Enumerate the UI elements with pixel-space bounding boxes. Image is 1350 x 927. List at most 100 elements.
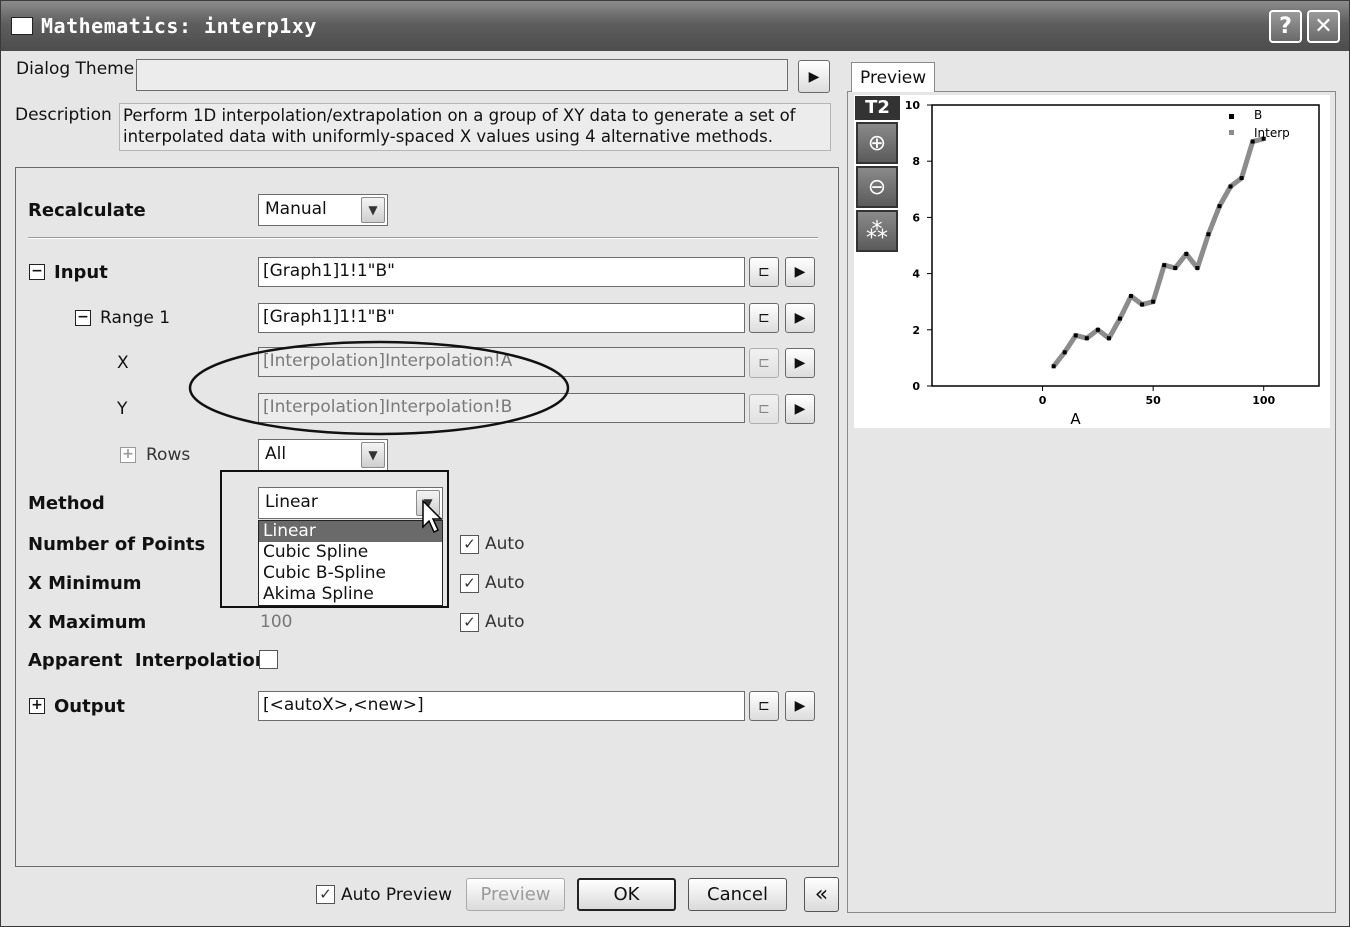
auto-preview-label: Auto Preview <box>341 885 453 905</box>
rows-value: All <box>265 444 287 464</box>
y-tick-label: 6 <box>912 211 920 224</box>
play-arrow-icon: ▶ <box>794 401 806 417</box>
expand-output-icon[interactable]: + <box>29 698 45 714</box>
x-minimum-label: X Minimum <box>28 573 142 594</box>
y-tick-label: 2 <box>912 324 920 337</box>
rows-select[interactable]: All ▼ <box>258 439 388 471</box>
apparent-interpolation-label: Apparent Interpolation <box>28 650 268 671</box>
select-range-icon: ⊏ <box>758 401 770 417</box>
select-range-icon: ⊏ <box>758 310 770 326</box>
range1-label: Range 1 <box>100 308 171 328</box>
x-minimum-auto-checkbox[interactable]: ✓ <box>460 574 479 593</box>
plot-frame <box>931 104 1320 387</box>
b-series-point <box>1184 251 1189 256</box>
legend-label-b: B <box>1254 108 1262 122</box>
description-label: Description <box>15 105 112 125</box>
interpolation-chart: 0 50 100 0 2 4 6 8 10 A B Interp <box>905 99 1320 428</box>
b-series-point <box>1162 263 1167 268</box>
close-button[interactable]: ✕ <box>1307 10 1340 43</box>
x-tick-label: 100 <box>1252 394 1275 407</box>
x-tick-label: 50 <box>1145 394 1161 407</box>
preview-button[interactable]: Preview <box>466 878 565 911</box>
x-maximum-auto-checkbox[interactable]: ✓ <box>460 613 479 632</box>
range1-arrow-button[interactable]: ▶ <box>785 303 815 333</box>
b-series-point <box>1117 316 1122 321</box>
input-arrow-button[interactable]: ▶ <box>785 257 815 287</box>
output-select-range-button[interactable]: ⊏ <box>749 691 779 721</box>
output-label: Output <box>54 696 126 717</box>
title-bar[interactable]: Mathematics: interp1xy ? ✕ <box>1 1 1349 51</box>
legend-label-interp: Interp <box>1254 126 1290 140</box>
recalculate-select[interactable]: Manual ▼ <box>258 194 388 226</box>
collapse-range1-icon[interactable]: − <box>75 310 91 326</box>
play-arrow-icon: ▶ <box>794 264 806 280</box>
rows-label: Rows <box>146 445 191 465</box>
dialog-theme-field[interactable] <box>136 59 788 91</box>
range1-select-range-button[interactable]: ⊏ <box>749 303 779 333</box>
x-maximum-label: X Maximum <box>28 612 147 633</box>
range1-field[interactable]: [Graph1]1!1"B" <box>258 303 745 333</box>
x-label: X <box>117 353 129 373</box>
help-button[interactable]: ? <box>1269 10 1302 43</box>
cancel-button[interactable]: Cancel <box>688 878 787 911</box>
number-of-points-auto-label: Auto <box>485 534 525 554</box>
description-text: Perform 1D interpolation/extrapolation o… <box>119 103 831 151</box>
b-series-point <box>1206 232 1211 237</box>
window-title: Mathematics: interp1xy <box>41 14 317 38</box>
method-label: Method <box>28 493 105 514</box>
recalculate-label: Recalculate <box>28 200 146 221</box>
recalculate-value: Manual <box>265 199 327 219</box>
b-series-point <box>1095 327 1100 332</box>
b-series-point <box>1140 302 1145 307</box>
y-tick-label: 0 <box>912 380 920 393</box>
b-series-point <box>1051 364 1056 369</box>
play-arrow-icon: ▶ <box>808 68 820 85</box>
b-series-point <box>1173 265 1178 270</box>
b-series-point <box>1250 139 1255 144</box>
select-range-icon: ⊏ <box>758 698 770 714</box>
tab-preview[interactable]: Preview <box>851 62 935 92</box>
x-tick-label: 0 <box>1039 394 1047 407</box>
x-arrow-button[interactable]: ▶ <box>785 348 815 378</box>
output-arrow-button[interactable]: ▶ <box>785 691 815 721</box>
b-series-point <box>1129 294 1134 299</box>
b-series-point <box>1062 350 1067 355</box>
section-divider <box>28 237 818 239</box>
x-select-range-button[interactable]: ⊏ <box>749 348 779 378</box>
b-series-point <box>1084 336 1089 341</box>
chevron-down-icon[interactable]: ▼ <box>361 442 385 468</box>
number-of-points-label: Number of Points <box>28 534 206 555</box>
legend-marker-b <box>1229 114 1234 119</box>
dialog-theme-arrow-button[interactable]: ▶ <box>798 60 830 93</box>
collapse-panel-button[interactable]: « <box>804 877 839 912</box>
y-arrow-button[interactable]: ▶ <box>785 394 815 424</box>
mouse-cursor-icon <box>422 499 443 534</box>
ok-button[interactable]: OK <box>577 878 676 911</box>
auto-preview-checkbox[interactable]: ✓ <box>316 885 335 904</box>
x-maximum-value: 100 <box>260 612 293 632</box>
annotation-rectangle <box>220 470 449 608</box>
input-field[interactable]: [Graph1]1!1"B" <box>258 257 745 287</box>
b-series-point <box>1217 204 1222 209</box>
y-select-range-button[interactable]: ⊏ <box>749 394 779 424</box>
output-field[interactable]: [<autoX>,<new>] <box>258 691 745 721</box>
b-series-point <box>1195 265 1200 270</box>
play-arrow-icon: ▶ <box>794 355 806 371</box>
select-range-icon: ⊏ <box>758 264 770 280</box>
apparent-interpolation-checkbox[interactable] <box>259 650 278 669</box>
chevron-down-icon[interactable]: ▼ <box>361 197 385 223</box>
expand-rows-icon[interactable]: + <box>120 447 136 463</box>
dialog-window: Mathematics: interp1xy ? ✕ Dialog Theme … <box>0 0 1350 927</box>
input-select-range-button[interactable]: ⊏ <box>749 257 779 287</box>
select-range-icon: ⊏ <box>758 355 770 371</box>
number-of-points-auto-checkbox[interactable]: ✓ <box>460 535 479 554</box>
legend-marker-interp <box>1229 130 1234 135</box>
b-series-point <box>1151 299 1156 304</box>
y-tick-label: 8 <box>912 155 920 168</box>
x-maximum-auto-label: Auto <box>485 612 525 632</box>
window-icon <box>11 17 33 35</box>
b-series-point <box>1073 333 1078 338</box>
b-series-point <box>1106 336 1111 341</box>
annotation-ellipse <box>188 340 570 436</box>
collapse-input-icon[interactable]: − <box>29 264 45 280</box>
